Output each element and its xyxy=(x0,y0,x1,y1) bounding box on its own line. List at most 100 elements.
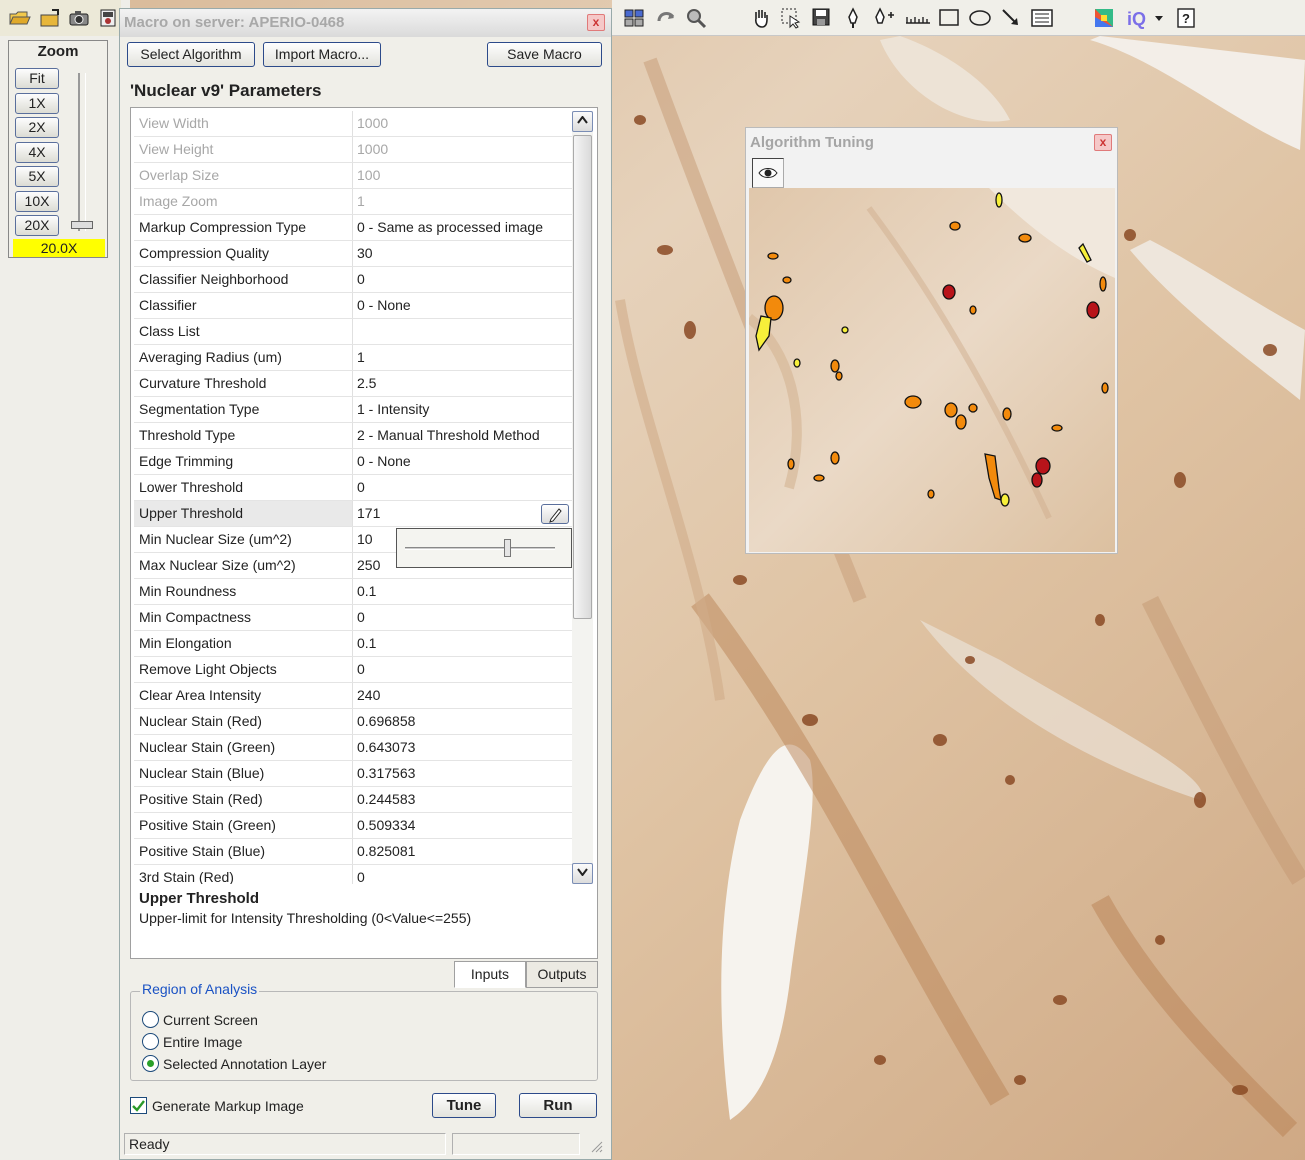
import-macro-button[interactable]: Import Macro... xyxy=(263,42,381,67)
radio-circle-selected[interactable] xyxy=(142,1055,159,1072)
parameter-row[interactable]: Positive Stain (Blue) 0.825081 xyxy=(134,839,572,865)
radio-circle[interactable] xyxy=(142,1011,159,1028)
zoom-20x-button[interactable]: 20X xyxy=(15,215,59,236)
parameter-row[interactable]: Lower Threshold 0 xyxy=(134,475,572,501)
parameter-row[interactable]: Min Elongation 0.1 xyxy=(134,631,572,657)
scroll-down-button[interactable] xyxy=(572,863,593,884)
parameter-value[interactable]: 30 xyxy=(353,241,572,266)
parameter-row[interactable]: Class List xyxy=(134,319,572,345)
parameter-value[interactable]: 100 xyxy=(353,163,572,188)
parameter-value[interactable]: 1 xyxy=(353,189,572,214)
parameter-value[interactable]: 0.825081 xyxy=(353,839,572,864)
parameter-row[interactable]: Averaging Radius (um) 1 xyxy=(134,345,572,371)
scroll-up-button[interactable] xyxy=(572,111,593,132)
checkbox-box[interactable] xyxy=(130,1097,147,1114)
rectangle-icon[interactable] xyxy=(937,6,961,30)
parameter-row[interactable]: Remove Light Objects 0 xyxy=(134,657,572,683)
threshold-slider-thumb[interactable] xyxy=(504,539,511,557)
parameter-value[interactable]: 0.317563 xyxy=(353,761,572,786)
parameter-row[interactable]: View Width 1000 xyxy=(134,111,572,137)
parameter-value[interactable]: 0.643073 xyxy=(353,735,572,760)
hand-pan-icon[interactable] xyxy=(749,6,773,30)
parameter-row[interactable]: Edge Trimming 0 - None xyxy=(134,449,572,475)
parameter-value[interactable]: 0.244583 xyxy=(353,787,572,812)
open-folder-icon[interactable] xyxy=(8,6,32,30)
parameter-row[interactable]: Classifier 0 - None xyxy=(134,293,572,319)
parameter-value[interactable]: 0 xyxy=(353,657,572,682)
macro-close-button[interactable]: x xyxy=(587,14,605,31)
zoom-slider-thumb[interactable] xyxy=(71,221,93,229)
tuning-close-button[interactable]: x xyxy=(1094,134,1112,151)
tab-inputs[interactable]: Inputs xyxy=(454,961,526,988)
save-region-icon[interactable] xyxy=(810,6,834,30)
parameter-value[interactable]: 0.696858 xyxy=(353,709,572,734)
parameter-row[interactable]: Overlap Size 100 xyxy=(134,163,572,189)
parameter-value[interactable]: 0 xyxy=(353,865,572,884)
parameter-row[interactable]: Min Compactness 0 xyxy=(134,605,572,631)
parameter-row[interactable]: Clear Area Intensity 240 xyxy=(134,683,572,709)
parameter-value[interactable]: 1000 xyxy=(353,111,572,136)
run-button[interactable]: Run xyxy=(519,1093,597,1118)
radio-selected-annotation-layer[interactable]: Selected Annotation Layer xyxy=(142,1055,326,1072)
dropdown-arrow-icon[interactable] xyxy=(1152,6,1166,30)
threshold-slider-popup[interactable] xyxy=(396,528,572,568)
magnify-icon[interactable] xyxy=(684,6,708,30)
generate-markup-checkbox[interactable]: Generate Markup Image xyxy=(130,1097,304,1114)
slide-icon[interactable] xyxy=(97,6,121,30)
parameter-row[interactable]: Nuclear Stain (Green) 0.643073 xyxy=(134,735,572,761)
help-icon[interactable]: ? xyxy=(1174,6,1198,30)
parameter-value[interactable]: 240 xyxy=(353,683,572,708)
select-arrow-icon[interactable] xyxy=(779,6,803,30)
ruler-icon[interactable] xyxy=(903,6,933,30)
parameter-row[interactable]: Nuclear Stain (Red) 0.696858 xyxy=(134,709,572,735)
parameter-value[interactable]: 0 - None xyxy=(353,449,572,474)
macro-title-bar[interactable]: Macro on server: APERIO-0468 x xyxy=(120,9,611,37)
zoom-1x-button[interactable]: 1X xyxy=(15,93,59,114)
open-file-icon[interactable] xyxy=(38,6,62,30)
parameter-value[interactable]: 171 xyxy=(353,501,572,526)
parameter-row[interactable]: Classifier Neighborhood 0 xyxy=(134,267,572,293)
parameter-value[interactable]: 0.1 xyxy=(353,579,572,604)
grid-scrollbar[interactable] xyxy=(572,111,593,884)
parameter-row[interactable]: Compression Quality 30 xyxy=(134,241,572,267)
ellipse-icon[interactable] xyxy=(968,6,992,30)
radio-current-screen[interactable]: Current Screen xyxy=(142,1011,258,1028)
parameter-row[interactable]: Positive Stain (Green) 0.509334 xyxy=(134,813,572,839)
pen-plus-icon[interactable] xyxy=(871,6,895,30)
list-icon[interactable] xyxy=(1030,6,1054,30)
parameter-value[interactable]: 0 xyxy=(353,267,572,292)
tuning-preview-image[interactable] xyxy=(749,188,1115,552)
parameter-value[interactable]: 0 - Same as processed image xyxy=(353,215,572,240)
parameter-value[interactable]: 2.5 xyxy=(353,371,572,396)
parameter-value[interactable]: 1 xyxy=(353,345,572,370)
threshold-slider-track[interactable] xyxy=(405,547,555,550)
iq-icon[interactable]: iQ xyxy=(1124,6,1154,30)
parameter-row[interactable]: Threshold Type 2 - Manual Threshold Metho… xyxy=(134,423,572,449)
parameter-value[interactable]: 0 xyxy=(353,475,572,500)
algorithm-tuning-window[interactable]: Algorithm Tuning x xyxy=(745,127,1118,554)
parameter-row[interactable]: Upper Threshold 171 xyxy=(134,501,572,527)
parameter-row[interactable]: Markup Compression Type 0 - Same as proce… xyxy=(134,215,572,241)
parameter-value[interactable]: 0.509334 xyxy=(353,813,572,838)
parameter-value[interactable]: 0 xyxy=(353,605,572,630)
zoom-10x-button[interactable]: 10X xyxy=(15,191,59,212)
tab-outputs[interactable]: Outputs xyxy=(526,961,598,988)
edit-value-button[interactable] xyxy=(541,504,569,524)
radio-entire-image[interactable]: Entire Image xyxy=(142,1033,242,1050)
zoom-4x-button[interactable]: 4X xyxy=(15,142,59,163)
parameter-row[interactable]: Min Roundness 0.1 xyxy=(134,579,572,605)
parameter-value[interactable]: 1000 xyxy=(353,137,572,162)
parameter-value[interactable]: 2 - Manual Threshold Method xyxy=(353,423,572,448)
pen-icon[interactable] xyxy=(841,6,865,30)
scroll-thumb[interactable] xyxy=(573,135,592,619)
tune-button[interactable]: Tune xyxy=(432,1093,496,1118)
parameter-row[interactable]: Image Zoom 1 xyxy=(134,189,572,215)
rotate-icon[interactable] xyxy=(654,6,678,30)
overview-icon[interactable] xyxy=(622,6,646,30)
save-macro-button[interactable]: Save Macro xyxy=(487,42,602,67)
zoom-5x-button[interactable]: 5X xyxy=(15,166,59,187)
parameter-value[interactable]: 1 - Intensity xyxy=(353,397,572,422)
parameter-row[interactable]: View Height 1000 xyxy=(134,137,572,163)
parameter-value[interactable]: 0 - None xyxy=(353,293,572,318)
resize-grip-icon[interactable] xyxy=(591,1141,603,1153)
